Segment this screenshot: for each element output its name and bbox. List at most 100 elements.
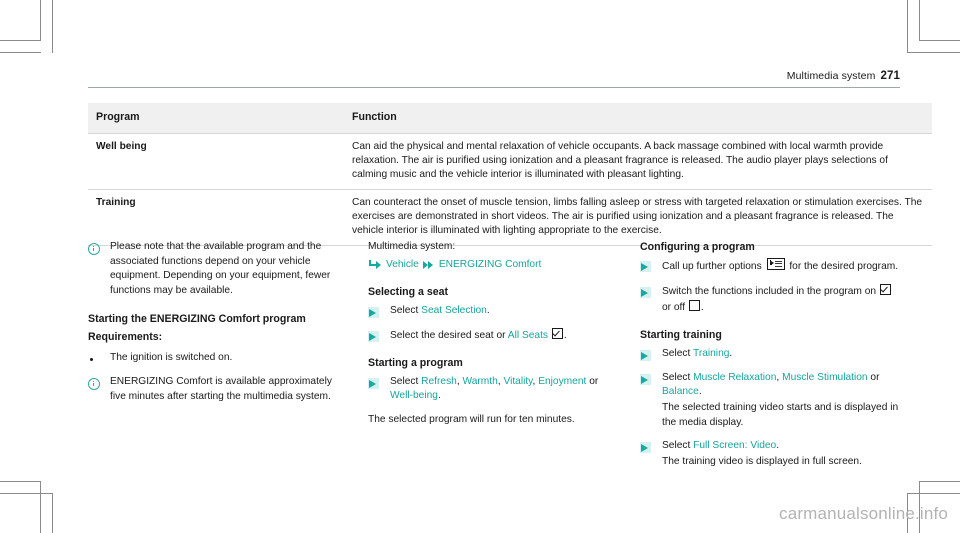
crop-mark-bottom-left — [0, 481, 41, 482]
running-head-title: Multimedia system — [786, 70, 876, 82]
step-text-prefix: Select the desired seat or — [390, 329, 508, 341]
checkbox-unchecked-icon[interactable] — [688, 299, 700, 311]
cell-function: Can aid the physical and mental relaxati… — [344, 132, 932, 190]
crop-mark-top-right — [919, 40, 960, 41]
info-icon — [88, 243, 100, 255]
checkbox-checked-icon[interactable] — [551, 327, 563, 339]
cell-program: Well being — [88, 132, 344, 190]
ui-term-vitality[interactable]: Vitality — [503, 376, 532, 387]
step-text-prefix: Select — [662, 347, 693, 359]
step-text: Switch the functions included in the pro… — [662, 283, 900, 315]
step-block: Switch the functions included in the pro… — [640, 283, 900, 315]
checkbox-checked-icon[interactable] — [879, 283, 891, 295]
table-header-row: Program Function — [88, 103, 932, 134]
step-text-suffix: . — [776, 440, 780, 452]
cell-function: Can counteract the onset of muscle tensi… — [344, 188, 932, 247]
ui-term-muscle-stimulation[interactable]: Muscle Stimulation — [782, 372, 868, 383]
step-text-prefix: Call up further options — [662, 261, 765, 273]
step-triangle-icon — [640, 349, 653, 362]
bullet-icon — [90, 358, 93, 362]
ui-term-warmth[interactable]: Warmth — [463, 376, 498, 387]
heading-starting-training: Starting training — [640, 329, 722, 342]
table-row: Well being Can aid the physical and ment… — [88, 132, 932, 190]
bullet-block: The ignition is switched on. — [88, 351, 340, 366]
note-gutter — [88, 375, 110, 391]
bullet-gutter — [88, 351, 110, 362]
ui-term-balance[interactable]: Balance — [662, 386, 699, 397]
table-header: Program Function — [88, 103, 932, 134]
step-gutter — [640, 284, 662, 299]
step-text-prefix: Select — [662, 440, 694, 452]
step-block: Select Full Screen: Video. The training … — [640, 439, 900, 469]
step-result-text: The training video is displayed in full … — [662, 456, 862, 468]
step-text-conjunction: or — [589, 375, 599, 387]
step-text-suffix: . — [698, 386, 702, 398]
step-block: Call up further options for the desired … — [640, 258, 900, 275]
double-chevron-icon — [422, 260, 435, 270]
note-gutter — [88, 240, 110, 255]
step-text-suffix: . — [486, 304, 490, 316]
column-header-program: Program — [88, 103, 344, 134]
step-triangle-icon — [640, 286, 653, 299]
step-text: Select Refresh, Warmth, Vitality, Enjoym… — [390, 375, 599, 402]
step-text: Select Muscle Relaxation, Muscle Stimula… — [662, 371, 900, 431]
crop-mark-top-left — [0, 52, 41, 53]
further-options-icon[interactable] — [766, 258, 785, 271]
heading-configuring-a-program: Configuring a program — [640, 241, 755, 253]
step-block: Select Refresh, Warmth, Vitality, Enjoym… — [368, 375, 620, 404]
watermark: carmanualsonline.info — [779, 504, 948, 523]
note-block: Please note that the available program a… — [88, 240, 340, 299]
step-gutter — [368, 375, 390, 390]
step-text-prefix: Select — [390, 304, 422, 316]
crop-mark-top-left — [40, 0, 41, 41]
corner-arrow-icon — [368, 259, 382, 271]
step-text-middle: or off — [662, 301, 688, 313]
note-text: ENERGIZING Comfort is available approxim… — [110, 376, 332, 402]
step-block: Select Muscle Relaxation, Muscle Stimula… — [640, 371, 900, 431]
step-text: Select Seat Selection. — [390, 304, 620, 319]
step-text-prefix: Switch the functions included in the pro… — [662, 285, 879, 297]
step-gutter — [640, 258, 662, 273]
step-block: Select the desired seat or All Seats . — [368, 327, 620, 344]
step-text: Select Full Screen: Video. The training … — [662, 439, 900, 469]
menu-path: Vehicle ENERGIZING Comfort — [368, 258, 620, 273]
program-function-table: Program Function Well being Can aid the … — [88, 103, 932, 247]
heading-starting-a-program: Starting a program — [368, 357, 463, 370]
menu-path-item-vehicle[interactable]: Vehicle — [386, 258, 419, 273]
ui-term-training[interactable]: Training — [693, 348, 729, 359]
bullet-text: The ignition is switched on. — [110, 352, 233, 364]
note-text: Please note that the available program a… — [110, 241, 331, 297]
step-triangle-icon — [368, 306, 381, 319]
step-gutter — [640, 439, 662, 454]
ui-term-refresh[interactable]: Refresh — [421, 376, 457, 387]
step-text-prefix: Select — [390, 375, 422, 387]
crop-mark-top-left — [52, 0, 53, 53]
left-column: Please note that the available program a… — [88, 240, 340, 413]
step-gutter — [368, 304, 390, 319]
step-gutter — [640, 347, 662, 362]
ui-term-seat-selection[interactable]: Seat Selection — [421, 305, 487, 316]
running-head: Multimedia system 271 — [88, 70, 900, 82]
ui-term-muscle-relaxation[interactable]: Muscle Relaxation — [693, 372, 776, 383]
step-gutter — [368, 328, 390, 343]
menu-path-item-energizing-comfort[interactable]: ENERGIZING Comfort — [439, 258, 541, 273]
cell-program: Training — [88, 188, 344, 247]
page-number: 271 — [880, 70, 900, 82]
crop-mark-top-left — [0, 40, 41, 41]
crop-mark-bottom-right — [919, 481, 960, 482]
step-text: Select Training. — [662, 347, 900, 362]
ui-term-full-screen-video[interactable]: Full Screen: Video — [693, 440, 776, 451]
step-triangle-icon — [640, 441, 653, 454]
result-text: The selected program will run for ten mi… — [368, 414, 575, 426]
column-header-function: Function — [344, 103, 932, 134]
crop-mark-bottom-right — [907, 493, 960, 494]
ui-term-enjoyment[interactable]: Enjoyment — [538, 376, 586, 387]
step-gutter — [640, 371, 662, 386]
ui-term-all-seats[interactable]: All Seats — [508, 330, 548, 341]
step-text-suffix: . — [700, 301, 704, 313]
crop-mark-top-right — [919, 0, 920, 41]
step-block: Select Seat Selection. — [368, 304, 620, 319]
ui-term-well-being[interactable]: Well-being — [390, 390, 438, 401]
crop-mark-top-right — [907, 52, 960, 53]
step-triangle-icon — [368, 330, 381, 343]
